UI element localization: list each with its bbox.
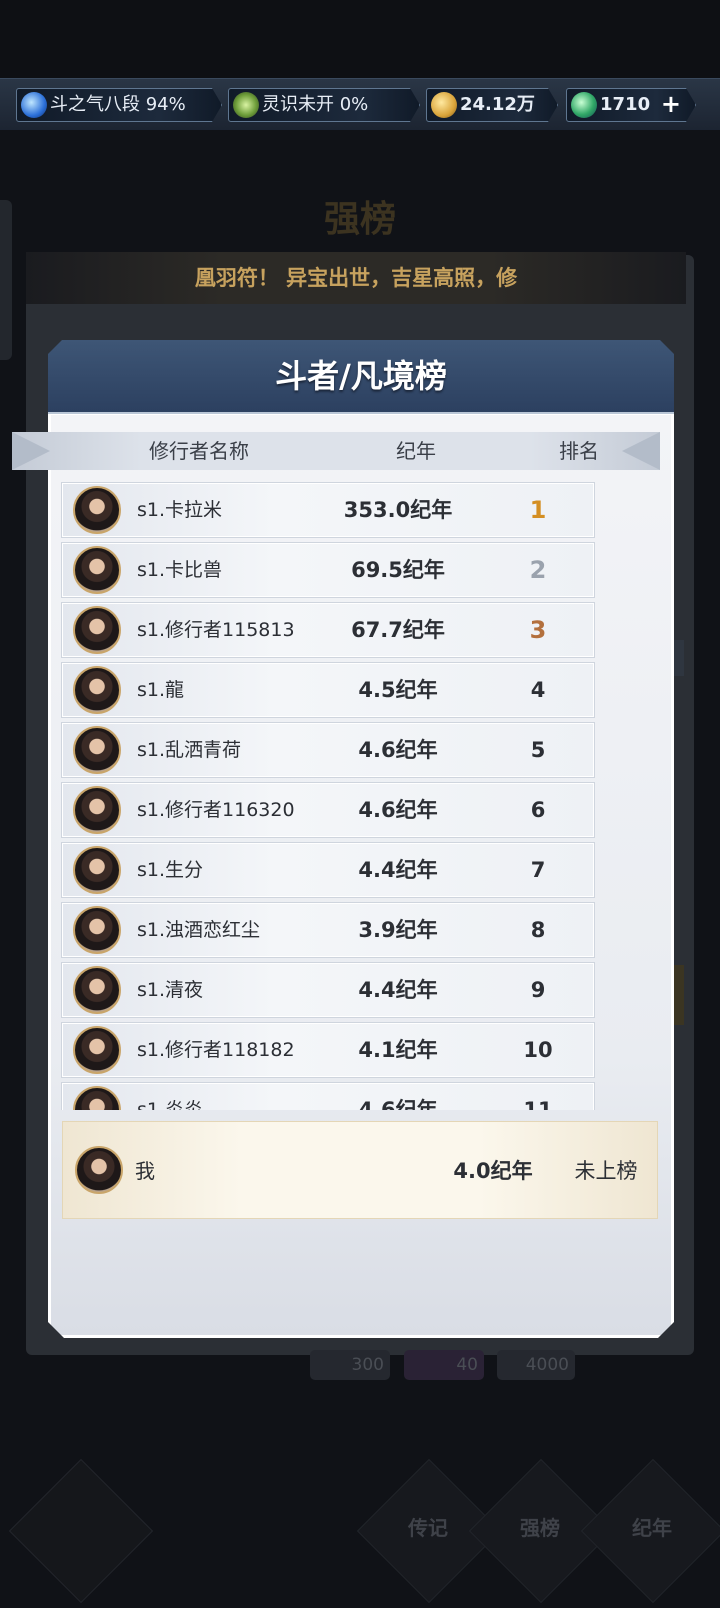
player-name: s1.修行者116320 — [137, 799, 295, 821]
player-rank: 1 — [529, 496, 547, 524]
column-years-header: 纪年 — [396, 439, 436, 463]
player-name: s1.浊酒恋红尘 — [137, 919, 261, 941]
background-title: 强榜 — [323, 198, 396, 240]
ranking-row[interactable]: s1.浊酒恋红尘 3.9纪年 8 — [62, 903, 594, 957]
player-avatar[interactable] — [73, 1026, 121, 1074]
my-ranking-row[interactable]: 我 4.0纪年 未上榜 — [62, 1121, 658, 1219]
ranking-list[interactable]: s1.卡拉米 353.0纪年 1 s1.卡比兽 69.5纪年 2 s1.修行者1… — [60, 480, 600, 1110]
spirit-sense-text: 灵识未开 0% — [262, 94, 369, 115]
ranking-row[interactable]: s1.修行者116320 4.6纪年 6 — [62, 783, 594, 837]
player-years: 4.6纪年 — [358, 738, 438, 762]
gem-amount: 1710 — [600, 94, 651, 115]
player-years: 4.1纪年 — [358, 1038, 438, 1062]
qi-level-text: 斗之气八段 94% — [50, 94, 186, 115]
ranking-row[interactable]: s1.卡比兽 69.5纪年 2 — [62, 543, 594, 597]
qi-level-resource[interactable]: 斗之气八段 94% — [16, 88, 222, 122]
player-rank: 6 — [530, 798, 546, 822]
announcement-marquee: 凰羽符！ 异宝出世，吉星高照，修 — [26, 252, 686, 304]
player-name: s1.炎炎 — [137, 1099, 204, 1110]
tab-biography[interactable]: 传记 — [378, 1512, 478, 1541]
background-chip: 300 — [310, 1350, 390, 1380]
spiral-icon — [233, 92, 259, 118]
player-name: s1.卡比兽 — [137, 559, 223, 581]
gem-resource[interactable]: 1710 + — [566, 88, 696, 122]
player-avatar[interactable] — [73, 726, 121, 774]
player-years: 353.0纪年 — [343, 498, 453, 522]
player-years: 3.9纪年 — [358, 918, 438, 942]
resource-bar: 斗之气八段 94% 灵识未开 0% 24.12万 1710 + — [0, 78, 720, 132]
player-name: s1.修行者115813 — [137, 619, 295, 641]
player-avatar[interactable] — [73, 666, 121, 714]
player-avatar[interactable] — [73, 786, 121, 834]
flame-icon — [21, 92, 47, 118]
ranking-row[interactable]: s1.龍 4.5纪年 4 — [62, 663, 594, 717]
player-name: s1.清夜 — [137, 979, 204, 1001]
my-avatar[interactable] — [75, 1146, 123, 1194]
my-rank: 未上榜 — [574, 1159, 638, 1183]
player-years: 4.6纪年 — [358, 798, 438, 822]
spirit-sense-resource[interactable]: 灵识未开 0% — [228, 88, 420, 122]
player-avatar[interactable] — [73, 846, 121, 894]
ranking-row[interactable]: s1.生分 4.4纪年 7 — [62, 843, 594, 897]
tab-chronicle[interactable]: 纪年 — [602, 1512, 702, 1541]
player-years: 4.5纪年 — [358, 678, 438, 702]
player-rank: 11 — [523, 1098, 553, 1110]
ranking-row[interactable]: s1.清夜 4.4纪年 9 — [62, 963, 594, 1017]
background-marker — [674, 965, 684, 1025]
player-rank: 2 — [529, 556, 547, 584]
player-name: s1.龍 — [137, 679, 185, 701]
player-avatar[interactable] — [73, 1086, 121, 1110]
modal-title: 斗者/凡境榜 — [275, 357, 447, 395]
player-years: 67.7纪年 — [351, 618, 445, 642]
ranking-row[interactable]: s1.修行者115813 67.7纪年 3 — [62, 603, 594, 657]
my-name: 我 — [135, 1159, 155, 1183]
player-avatar[interactable] — [73, 966, 121, 1014]
player-avatar[interactable] — [73, 546, 121, 594]
ranking-column-header: 修行者名称 纪年 排名 — [12, 432, 660, 470]
column-rank-header: 排名 — [559, 439, 599, 463]
player-name: s1.乱洒青荷 — [137, 739, 242, 761]
player-name: s1.卡拉米 — [137, 499, 223, 521]
gold-amount: 24.12万 — [460, 94, 535, 115]
player-years: 4.4纪年 — [358, 858, 438, 882]
ranking-row[interactable]: s1.卡拉米 353.0纪年 1 — [62, 483, 594, 537]
player-years: 69.5纪年 — [351, 558, 445, 582]
player-rank: 4 — [530, 678, 546, 702]
player-rank: 10 — [523, 1038, 553, 1062]
modal-header: 斗者/凡境榜 — [48, 340, 674, 414]
ranking-row[interactable]: s1.炎炎 4.6纪年 11 — [62, 1083, 594, 1110]
player-rank: 7 — [530, 858, 546, 882]
player-rank: 8 — [530, 918, 546, 942]
ranking-row[interactable]: s1.修行者118182 4.1纪年 10 — [62, 1023, 594, 1077]
gold-coin-icon — [431, 92, 457, 118]
gold-resource[interactable]: 24.12万 — [426, 88, 558, 122]
background-chip: 4000 — [497, 1350, 575, 1380]
add-gems-button[interactable]: + — [661, 89, 681, 120]
ranking-row[interactable]: s1.乱洒青荷 4.6纪年 5 — [62, 723, 594, 777]
player-rank: 9 — [530, 978, 546, 1002]
player-years: 4.6纪年 — [358, 1098, 438, 1110]
player-name: s1.生分 — [137, 859, 204, 881]
background-chip: 40 — [404, 1350, 484, 1380]
player-avatar[interactable] — [73, 906, 121, 954]
player-name: s1.修行者118182 — [137, 1039, 295, 1061]
my-years: 4.0纪年 — [453, 1159, 533, 1183]
player-avatar[interactable] — [73, 606, 121, 654]
player-years: 4.4纪年 — [358, 978, 438, 1002]
player-avatar[interactable] — [73, 486, 121, 534]
gem-icon — [571, 92, 597, 118]
tab-ranking[interactable]: 强榜 — [490, 1512, 590, 1541]
player-rank: 5 — [530, 738, 546, 762]
column-name-header: 修行者名称 — [149, 439, 249, 463]
player-rank: 3 — [529, 616, 547, 644]
background-marker — [674, 640, 684, 676]
